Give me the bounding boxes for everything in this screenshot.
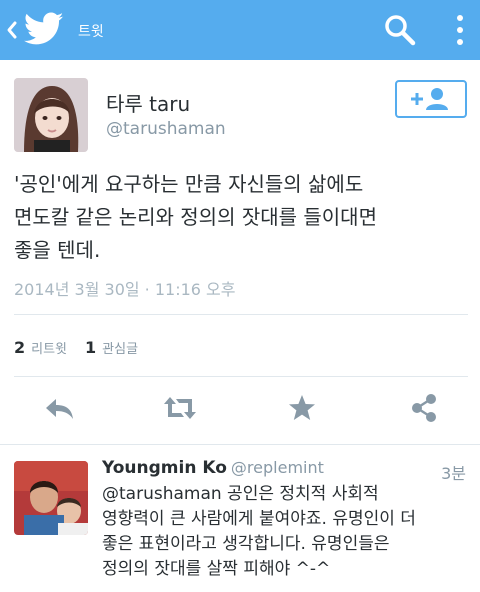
reply-timestamp: 3분 [441,464,466,483]
favorite-count[interactable]: 1 [85,338,96,357]
back-chevron-icon[interactable] [4,18,20,42]
favorite-label[interactable]: 관심글 [102,342,138,357]
page-title: 트윗 [78,24,104,40]
retweet-label[interactable]: 리트윗 [31,342,67,357]
reply-author[interactable]: Youngmin Ko @replemint [102,458,324,478]
reply-text-line: @tarushaman 공인은 정치적 사회적 [102,484,379,504]
reply-text: @tarushaman 공인은 정치적 사회적 영향력이 큰 사람에게 붙여야죠… [102,482,472,582]
reply-author-name[interactable]: Youngmin Ko [102,458,227,478]
reply-text-line: 정의의 잣대를 살짝 피해야 ^-^ [102,559,331,579]
author-handle[interactable]: @tarushaman [106,119,226,139]
reply-author-handle[interactable]: @replemint [231,458,324,477]
tweet-text-line: '공인'에게 요구하는 만큼 자신들의 삶에도 [14,172,364,196]
reply-avatar[interactable] [14,461,88,535]
author-avatar[interactable] [14,78,88,152]
tweet-stats: 2 리트윗 1 관심글 [14,338,138,357]
follow-button[interactable] [395,80,467,118]
author-name[interactable]: 타루 taru [106,88,190,117]
add-user-icon [411,88,448,110]
tweet-text-line: 좋을 텐데. [14,238,101,262]
app-bar: 트윗 [0,0,480,60]
retweet-count[interactable]: 2 [14,338,25,357]
retweet-icon[interactable] [162,393,198,423]
favorite-star-icon[interactable] [284,393,320,423]
more-vertical-icon[interactable] [448,10,472,50]
reply-text-line: 좋은 표현이라고 생각합니다. 유명인들은 [102,534,390,554]
divider [14,314,468,315]
search-icon[interactable] [380,10,420,50]
reply-text-line: 영향력이 큰 사람에게 붙여야죠. 유명인이 더 [102,509,416,529]
reply-icon[interactable] [42,393,78,423]
divider [14,376,468,377]
section-divider [0,444,480,445]
tweet-text-line: 면도칼 같은 논리와 정의의 잣대를 들이대면 [14,205,377,229]
tweet-timestamp: 2014년 3월 30일 · 11:16 오후 [14,280,236,299]
tweet-text: '공인'에게 요구하는 만큼 자신들의 삶에도 면도칼 같은 논리와 정의의 잣… [14,168,464,267]
twitter-bird-icon[interactable] [24,12,64,46]
share-icon[interactable] [406,393,442,423]
